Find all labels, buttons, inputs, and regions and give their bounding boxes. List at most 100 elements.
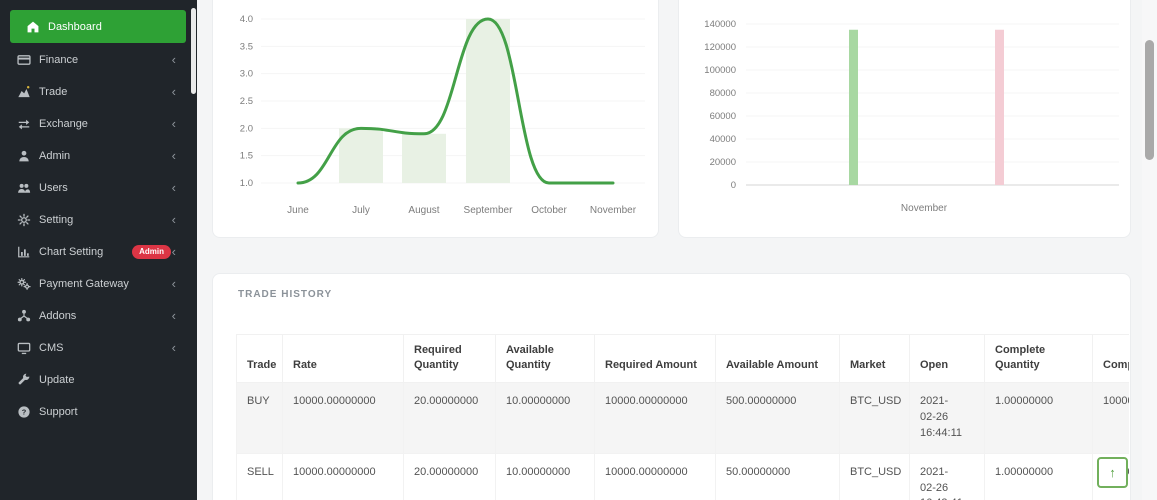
monthly-line-chart: 4.03.53.02.52.01.51.0JuneJulyAugustSepte…	[213, 1, 658, 226]
sidebar-item-users[interactable]: Users ‹	[0, 172, 197, 204]
table-cell: 10000.00000000	[595, 382, 716, 453]
column-header: Available Quantity	[496, 335, 595, 383]
sidebar-item-label: Exchange	[39, 118, 88, 130]
table-cell-open: 2021- 02-26 16:44:11	[910, 382, 985, 453]
chevron-left-icon: ‹	[172, 309, 176, 322]
chevron-left-icon: ‹	[172, 277, 176, 290]
wrench-icon	[16, 373, 31, 388]
november-bar-chart: 020000400006000080000100000120000140000N…	[679, 1, 1132, 226]
table-cell: 1.00000000	[985, 453, 1093, 500]
table-cell: BTC_USD	[840, 382, 910, 453]
column-header: Market	[840, 335, 910, 383]
bar-chart-icon	[16, 245, 31, 260]
svg-text:November: November	[590, 205, 637, 216]
table-cell: 50.00000000	[716, 453, 840, 500]
table-cell: 500.00000000	[716, 382, 840, 453]
table-cell: SELL	[237, 453, 283, 500]
column-header: Complete Amount	[1093, 335, 1130, 383]
svg-text:October: October	[531, 205, 567, 216]
column-header: Required Quantity	[404, 335, 496, 383]
table-cell: 10000.00000000	[1093, 382, 1130, 453]
svg-text:140000: 140000	[704, 19, 736, 30]
svg-text:2.0: 2.0	[240, 123, 253, 134]
sidebar-scrollbar-thumb[interactable]	[191, 8, 196, 94]
sidebar-item-chart-setting[interactable]: Chart Setting Admin‹	[0, 236, 197, 268]
table-cell: 20.00000000	[404, 382, 496, 453]
column-header: Trade	[237, 335, 283, 383]
table-row[interactable]: BUY10000.0000000020.0000000010.000000001…	[237, 382, 1130, 453]
trade-history-title: TRADE HISTORY	[238, 289, 332, 300]
sidebar-item-setting[interactable]: Setting‹	[0, 204, 197, 236]
scroll-to-top-button[interactable]: ↑	[1097, 457, 1128, 488]
sidebar-item-label: Chart Setting	[39, 246, 103, 258]
svg-text:July: July	[352, 205, 370, 216]
gear-icon	[16, 213, 31, 228]
sidebar-item-label: Setting	[39, 214, 73, 226]
svg-text:20000: 20000	[710, 157, 736, 168]
chevron-left-icon: ‹	[172, 149, 176, 162]
column-header: Open	[910, 335, 985, 383]
svg-text:1.0: 1.0	[240, 178, 253, 189]
svg-text:3.0: 3.0	[240, 69, 253, 80]
admin-badge: Admin	[132, 245, 171, 259]
question-circle-icon: ?	[16, 405, 31, 420]
sidebar-item-update[interactable]: Update	[0, 364, 197, 396]
sidebar-item-label: Finance	[39, 54, 78, 66]
trade-history-table: TradeRateRequired QuantityAvailable Quan…	[236, 334, 1129, 500]
chevron-left-icon: ‹	[172, 341, 176, 354]
app-window: DashboardFinance‹Trade‹Exchange‹Admin‹Us…	[0, 0, 1157, 500]
chevron-left-icon: ‹	[172, 181, 176, 194]
line-chart-card: 4.03.53.02.52.01.51.0JuneJulyAugustSepte…	[212, 0, 659, 238]
svg-text:August: August	[408, 205, 439, 216]
sidebar: DashboardFinance‹Trade‹Exchange‹Admin‹Us…	[0, 0, 197, 500]
table-cell: 10000.00000000	[595, 453, 716, 500]
svg-text:0: 0	[731, 180, 736, 191]
credit-card-icon	[16, 53, 31, 68]
table-cell: 10.00000000	[496, 382, 595, 453]
chevron-left-icon: ‹	[172, 85, 176, 98]
users-icon	[16, 181, 31, 196]
cms-monitor-icon	[16, 341, 31, 356]
sidebar-item-exchange[interactable]: Exchange ‹	[0, 108, 197, 140]
home-icon	[25, 19, 40, 34]
svg-text:40000: 40000	[710, 134, 736, 145]
sidebar-item-support[interactable]: ?Support	[0, 396, 197, 428]
sidebar-menu: DashboardFinance‹Trade‹Exchange‹Admin‹Us…	[0, 0, 197, 428]
svg-text:60000: 60000	[710, 111, 736, 122]
column-header: Rate	[283, 335, 404, 383]
sidebar-item-admin[interactable]: Admin ‹	[0, 140, 197, 172]
table-row[interactable]: SELL10000.0000000020.0000000010.00000000…	[237, 453, 1130, 500]
svg-text:120000: 120000	[704, 42, 736, 53]
sidebar-item-dashboard[interactable]: Dashboard	[10, 10, 186, 43]
trade-history-card: TRADE HISTORY TradeRateRequired Quantity…	[212, 273, 1131, 500]
svg-text:3.5: 3.5	[240, 41, 253, 52]
table-cell: 1.00000000	[985, 382, 1093, 453]
sidebar-item-addons[interactable]: Addons ‹	[0, 300, 197, 332]
chevron-left-icon: ‹	[172, 117, 176, 130]
addons-nodes-icon	[16, 309, 31, 324]
page-scrollbar-thumb[interactable]	[1145, 40, 1154, 160]
bar-chart-card: 020000400006000080000100000120000140000N…	[678, 0, 1131, 238]
table-cell: BUY	[237, 382, 283, 453]
svg-text:September: September	[464, 205, 514, 216]
sidebar-item-payment-gateway[interactable]: Payment Gateway ‹	[0, 268, 197, 300]
column-header: Required Amount	[595, 335, 716, 383]
exchange-arrows-icon	[16, 117, 31, 132]
table-cell: 10000.00000000	[283, 382, 404, 453]
sidebar-item-label: Users	[39, 182, 68, 194]
svg-text:4.0: 4.0	[240, 14, 253, 25]
svg-text:80000: 80000	[710, 88, 736, 99]
sidebar-item-label: Admin	[39, 150, 70, 162]
table-cell: BTC_USD	[840, 453, 910, 500]
sidebar-item-cms[interactable]: CMS‹	[0, 332, 197, 364]
table-cell: 10000.00000000	[283, 453, 404, 500]
arrow-up-icon: ↑	[1109, 465, 1116, 480]
sidebar-item-label: Payment Gateway	[39, 278, 129, 290]
table-cell: 10.00000000	[496, 453, 595, 500]
sidebar-item-finance[interactable]: Finance‹	[0, 44, 197, 76]
sidebar-item-label: Trade	[39, 86, 67, 98]
svg-text:?: ?	[21, 408, 26, 417]
sidebar-item-trade[interactable]: Trade ‹	[0, 76, 197, 108]
sidebar-item-label: Addons	[39, 310, 76, 322]
chevron-left-icon: ‹	[172, 245, 176, 258]
